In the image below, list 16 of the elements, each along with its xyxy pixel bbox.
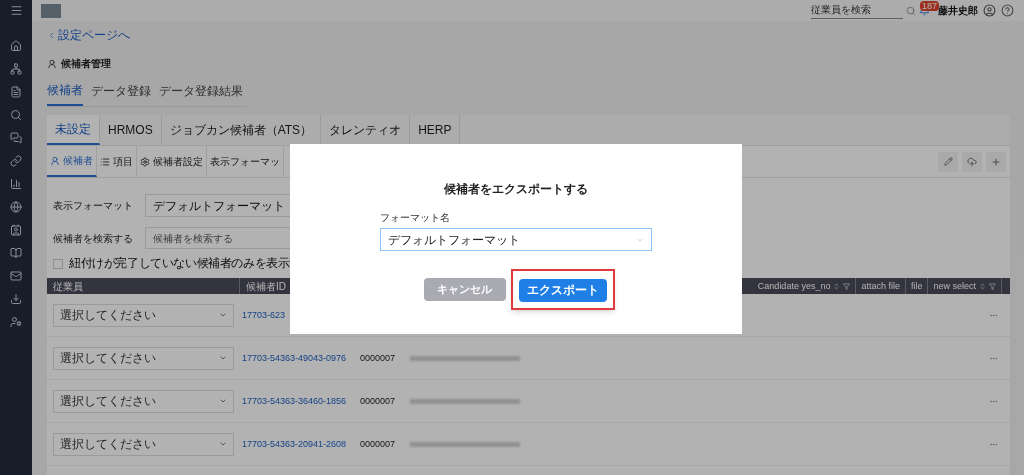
table-cell-text: 0000007 <box>360 437 397 451</box>
column-header: Candidate yes_no <box>757 279 831 293</box>
dialog-title: 候補者をエクスポートする <box>444 181 588 198</box>
column-header: new select <box>933 279 976 293</box>
field-label: フォーマット名 <box>380 211 451 225</box>
field-label: 表示フォーマット <box>53 199 134 213</box>
table-cell-text: 0000007 <box>360 351 397 365</box>
column-header: 候補者ID <box>246 279 286 294</box>
table-cell-text: 0000007 <box>360 394 397 408</box>
column-header: 従業員 <box>53 279 83 294</box>
page-title: 候補者管理 <box>61 57 111 71</box>
column-header: file <box>910 279 923 293</box>
checkbox-label: 紐付けが完了していない候補者のみを表示 <box>69 256 290 272</box>
notification-badge: 187 <box>920 1 940 11</box>
field-label: 候補者を検索する <box>53 231 134 246</box>
column-header: attach file <box>861 279 900 293</box>
